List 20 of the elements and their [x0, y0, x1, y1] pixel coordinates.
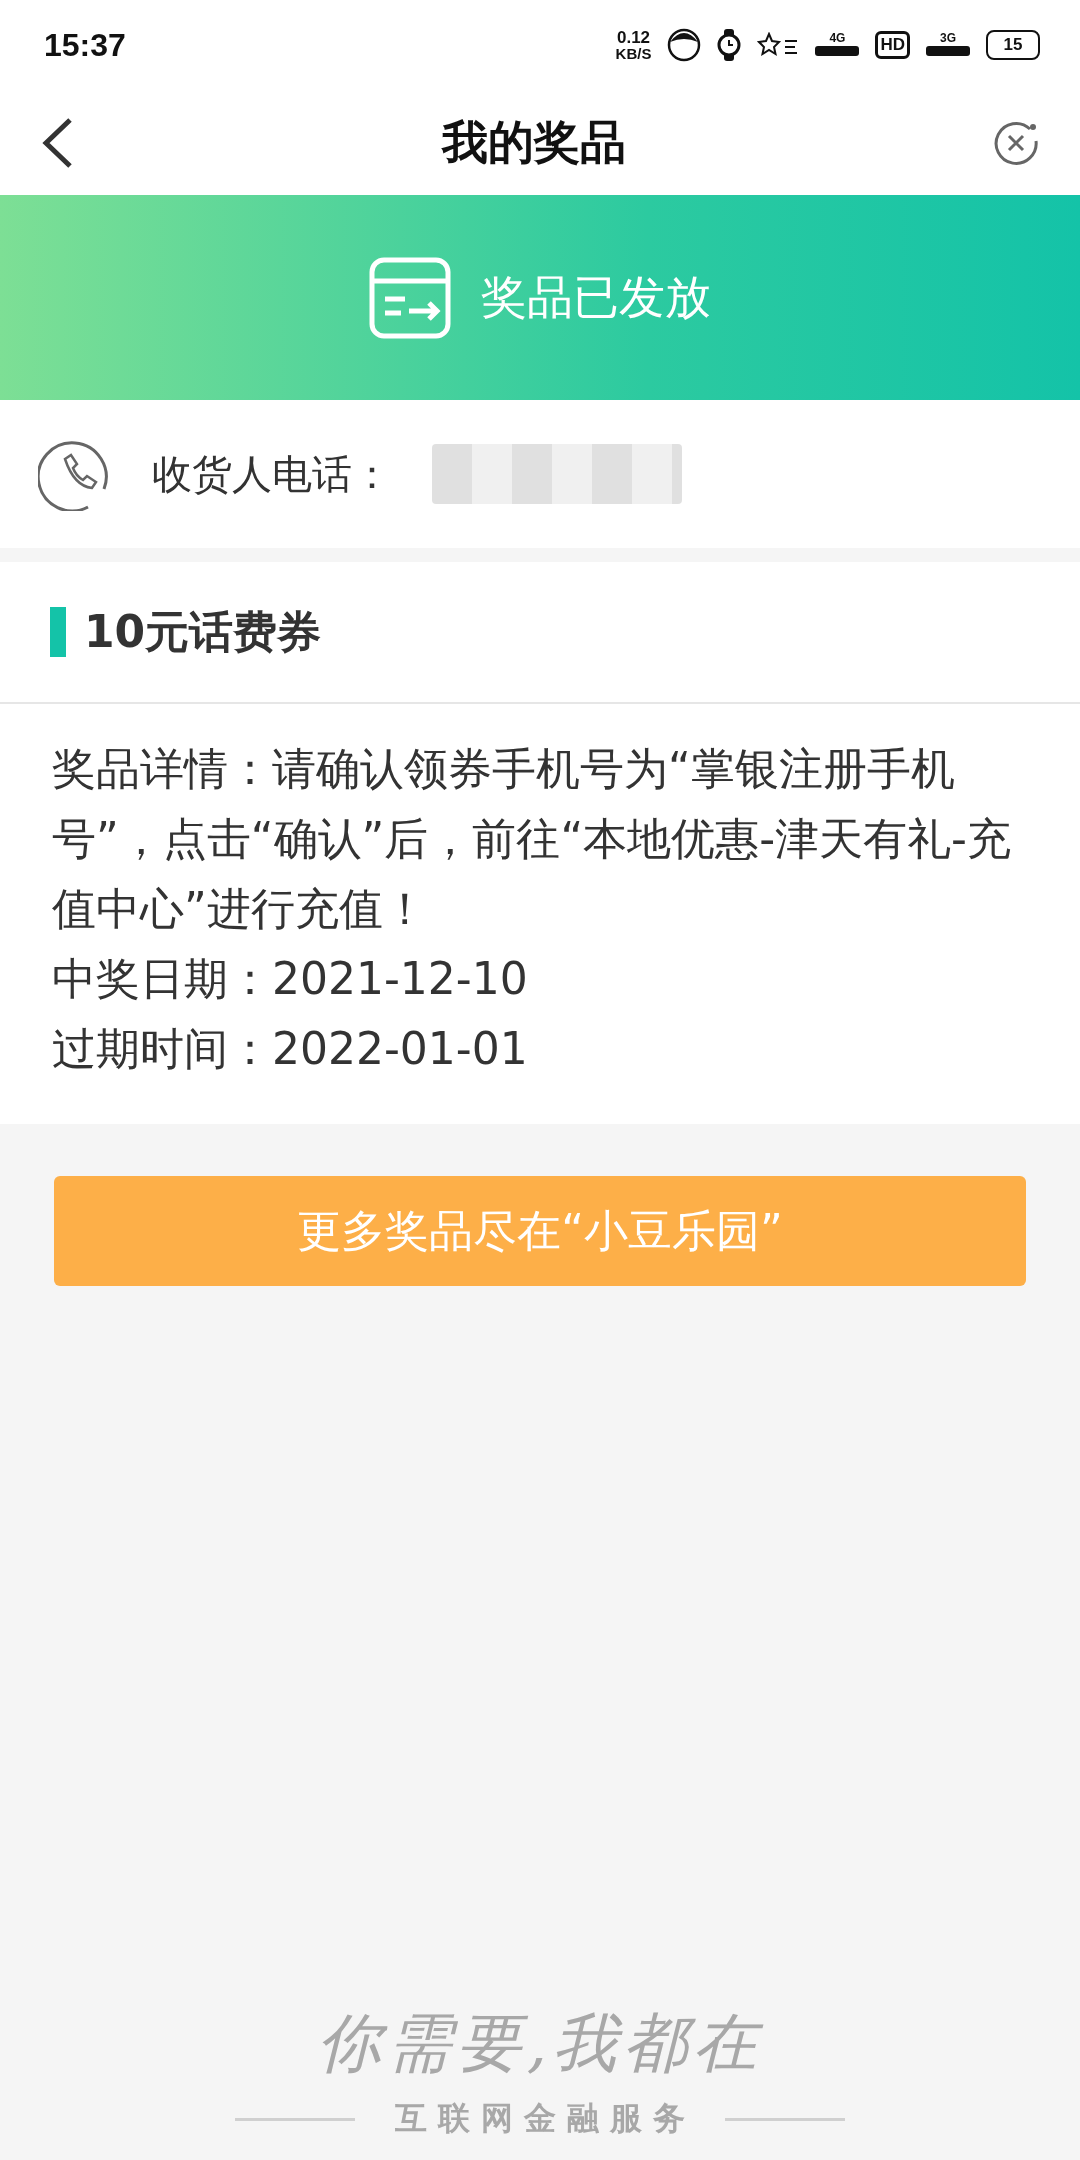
banner-text: 奖品已发放 [481, 268, 711, 326]
delivery-box-icon [369, 256, 451, 339]
star-icon [757, 32, 800, 58]
detail-text: 中奖日期：2021-12-10 [52, 952, 529, 1006]
footer-slogan: 你需要,我都在 [316, 2005, 764, 2082]
footer-tagline: 互 联 网 金 融 服 务 [394, 2098, 686, 2139]
contact-label: 收货人电话： [152, 449, 392, 499]
accent-bar [50, 607, 66, 657]
more-prizes-button[interactable]: 更多奖品尽在“小豆乐园” [54, 1176, 1026, 1286]
page-title: 我的奖品 [442, 113, 626, 171]
network-speed: 0.12 KB/S [615, 29, 652, 61]
hd-badge: HD [875, 31, 910, 59]
detail-text: 过期时间：2022-01-01 [52, 1022, 529, 1076]
prize-title: 10元话费券 [84, 604, 322, 659]
watch-icon [717, 28, 742, 62]
detail-text: 奖品详情：请确认领券手机号为“掌银注册手机号”，点击“确认”后，前往“本地优惠-津天有礼-充值中心”进行充值！ [52, 742, 1012, 936]
signal-indicator: 4G [815, 32, 860, 58]
status-time: 15:37 [44, 26, 126, 64]
battery-indicator: 15 [986, 30, 1040, 60]
signal-indicator: 3G [926, 32, 970, 58]
